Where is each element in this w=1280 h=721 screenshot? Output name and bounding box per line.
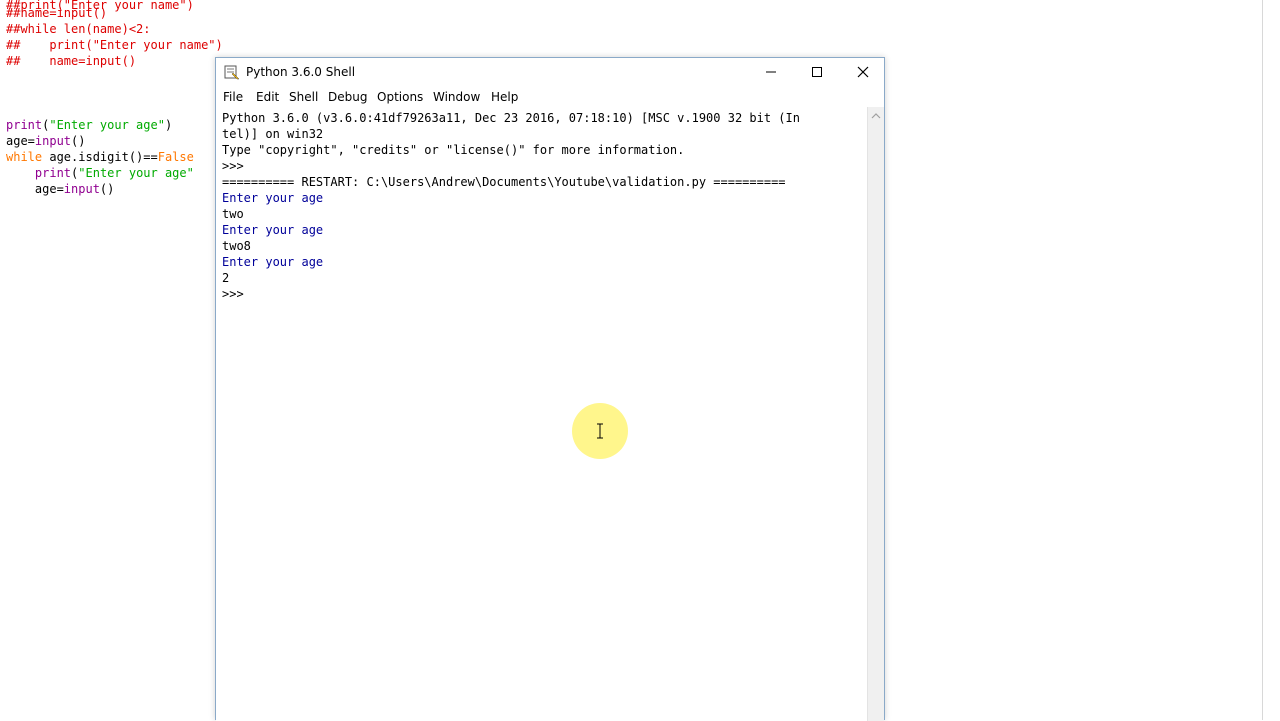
menu-window[interactable]: Window bbox=[433, 90, 480, 104]
shell-output-line: Enter your age bbox=[222, 223, 324, 237]
editor-code-line: ##name=input() bbox=[6, 6, 108, 20]
shell-output-line: tel)] on win32 bbox=[222, 127, 324, 141]
menu-help[interactable]: Help bbox=[491, 90, 518, 104]
shell-output-line: Enter your age bbox=[222, 255, 324, 269]
code-token: False bbox=[157, 150, 194, 164]
shell-output-line: Python 3.6.0 (v3.6.0:41df79263a11, Dec 2… bbox=[222, 111, 800, 125]
editor-right-edge bbox=[1262, 0, 1263, 720]
python-shell-window[interactable]: Python 3.6.0 Shell File Edit Shell Debug… bbox=[215, 57, 885, 721]
code-token: () bbox=[99, 182, 115, 196]
editor-code-line: ## print("Enter your name") bbox=[6, 38, 223, 52]
menu-shell[interactable]: Shell bbox=[289, 90, 318, 104]
close-button[interactable] bbox=[840, 58, 886, 87]
shell-output-area[interactable]: Python 3.6.0 (v3.6.0:41df79263a11, Dec 2… bbox=[216, 107, 867, 721]
code-token: print bbox=[34, 166, 72, 180]
minimize-button[interactable] bbox=[748, 58, 794, 87]
editor-code-line: ## name=input() bbox=[6, 54, 137, 68]
maximize-button[interactable] bbox=[794, 58, 840, 87]
code-token: print bbox=[6, 118, 43, 132]
menu-debug[interactable]: Debug bbox=[328, 90, 367, 104]
menu-bar: File Edit Shell Debug Options Window Hel… bbox=[216, 87, 884, 107]
code-token: age= bbox=[6, 134, 35, 148]
editor-code-line: age=input() bbox=[6, 181, 114, 197]
code-token: age.isdigit()== bbox=[42, 150, 158, 164]
code-token: () bbox=[71, 134, 86, 148]
shell-output-line: Enter your age bbox=[222, 191, 324, 205]
title-bar[interactable]: Python 3.6.0 Shell bbox=[216, 58, 884, 87]
code-token: age= bbox=[6, 182, 64, 196]
text-cursor-icon bbox=[597, 423, 603, 439]
scroll-up-arrow-icon[interactable] bbox=[871, 112, 881, 120]
editor-code-line: print("Enter your age") bbox=[6, 117, 172, 133]
editor-code-line: print("Enter your age" bbox=[6, 165, 194, 181]
shell-output-line: Type "copyright", "credits" or "license(… bbox=[222, 143, 685, 157]
menu-options[interactable]: Options bbox=[377, 90, 423, 104]
editor-code-line: ##while len(name)<2: bbox=[6, 22, 151, 36]
code-token: input bbox=[34, 134, 72, 148]
minimize-icon bbox=[766, 71, 776, 73]
shell-output-line: two8 bbox=[222, 239, 251, 253]
menu-edit[interactable]: Edit bbox=[256, 90, 279, 104]
python-icon bbox=[224, 65, 240, 80]
maximize-icon bbox=[812, 67, 822, 77]
code-token: "Enter your age" bbox=[78, 166, 194, 180]
editor-code-line: while age.isdigit()==False bbox=[6, 149, 194, 165]
shell-output-line: 2 bbox=[222, 271, 230, 285]
shell-output-line: >>> bbox=[222, 159, 244, 173]
code-token: while bbox=[6, 150, 43, 164]
code-token: "Enter your age" bbox=[49, 118, 165, 132]
editor-code-line: age=input() bbox=[6, 133, 85, 149]
code-token: ) bbox=[164, 118, 173, 132]
shell-output-line: >>> bbox=[222, 287, 244, 301]
shell-output-line: ========== RESTART: C:\Users\Andrew\Docu… bbox=[222, 175, 786, 189]
code-token: input bbox=[63, 182, 100, 196]
vertical-scrollbar[interactable] bbox=[867, 107, 884, 721]
close-icon bbox=[857, 66, 869, 78]
shell-output-line: two bbox=[222, 207, 244, 221]
menu-file[interactable]: File bbox=[223, 90, 243, 104]
window-title: Python 3.6.0 Shell bbox=[246, 65, 356, 79]
